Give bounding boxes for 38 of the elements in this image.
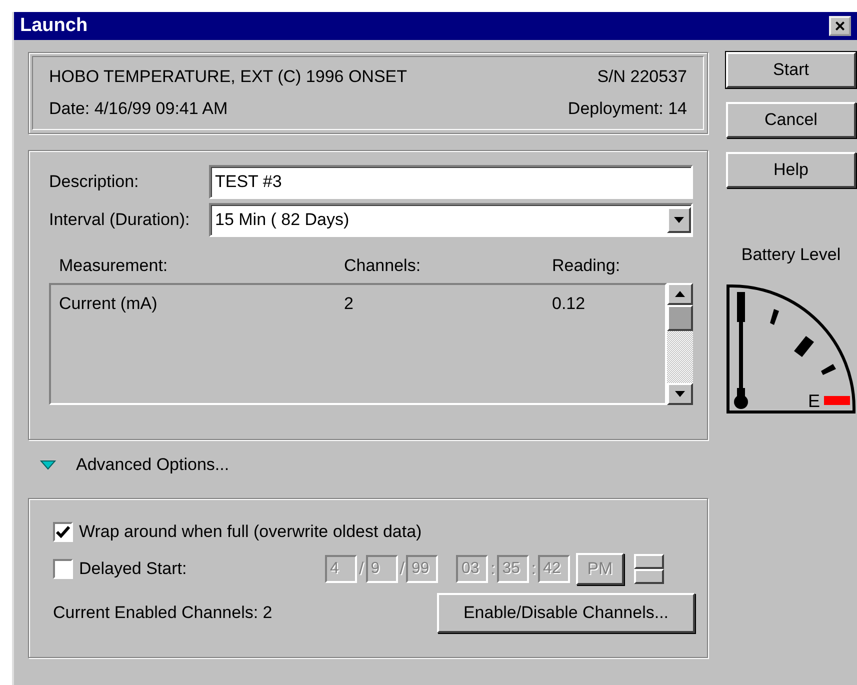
battery-gauge: E <box>726 284 856 414</box>
scroll-up-icon[interactable] <box>667 282 693 304</box>
date-separator: / <box>400 558 404 580</box>
enable-channels-button[interactable]: Enable/Disable Channels... <box>437 592 695 632</box>
triangle-icon[interactable] <box>40 460 56 470</box>
cancel-button[interactable]: Cancel <box>726 102 856 138</box>
device-name: HOBO TEMPERATURE, EXT (C) 1996 ONSET <box>49 66 408 88</box>
interval-dropdown[interactable]: 15 Min ( 82 Days) <box>209 203 693 237</box>
scroll-down-icon[interactable] <box>667 382 693 404</box>
scrollbar[interactable] <box>667 282 693 404</box>
battery-label: Battery Level <box>740 244 842 266</box>
checkbox[interactable] <box>53 558 73 578</box>
table-cell-text: 2 <box>344 292 354 314</box>
spin-control[interactable] <box>634 554 664 584</box>
checkbox[interactable] <box>53 522 73 542</box>
table-cell-text: 0.12 <box>552 292 586 314</box>
scroll-thumb[interactable] <box>667 304 693 330</box>
enabled-channels-text: Current Enabled Channels: 2 <box>53 602 272 624</box>
advanced-options-link[interactable]: Advanced Options... <box>76 452 230 478</box>
deployment-count: Deployment: 14 <box>568 98 687 120</box>
date-separator: / <box>359 558 364 580</box>
field-label: Interval (Duration): <box>49 209 191 232</box>
help-button[interactable]: Help <box>726 152 856 188</box>
field-label: Description: <box>49 171 140 194</box>
checkbox-label[interactable]: Delayed Start: <box>79 556 319 582</box>
checkbox-label[interactable]: Wrap around when full (overwrite oldest data) <box>79 519 422 544</box>
device-date: Date: 4/16/99 09:41 AM <box>49 98 228 120</box>
column-header: Measurement: <box>59 255 169 277</box>
table-cell-text: Current (mA) <box>59 292 158 314</box>
serial-number: S/N 220537 <box>597 66 687 88</box>
description-field[interactable]: TEST #3 <box>209 165 693 199</box>
window-title: Launch <box>20 14 88 38</box>
time-separator: : <box>531 558 536 580</box>
close-button[interactable]: × <box>829 16 851 36</box>
start-button[interactable]: Start <box>726 52 856 88</box>
column-header: Reading: <box>552 255 620 277</box>
time-separator: : <box>490 558 496 580</box>
column-header: Channels: <box>344 255 422 277</box>
